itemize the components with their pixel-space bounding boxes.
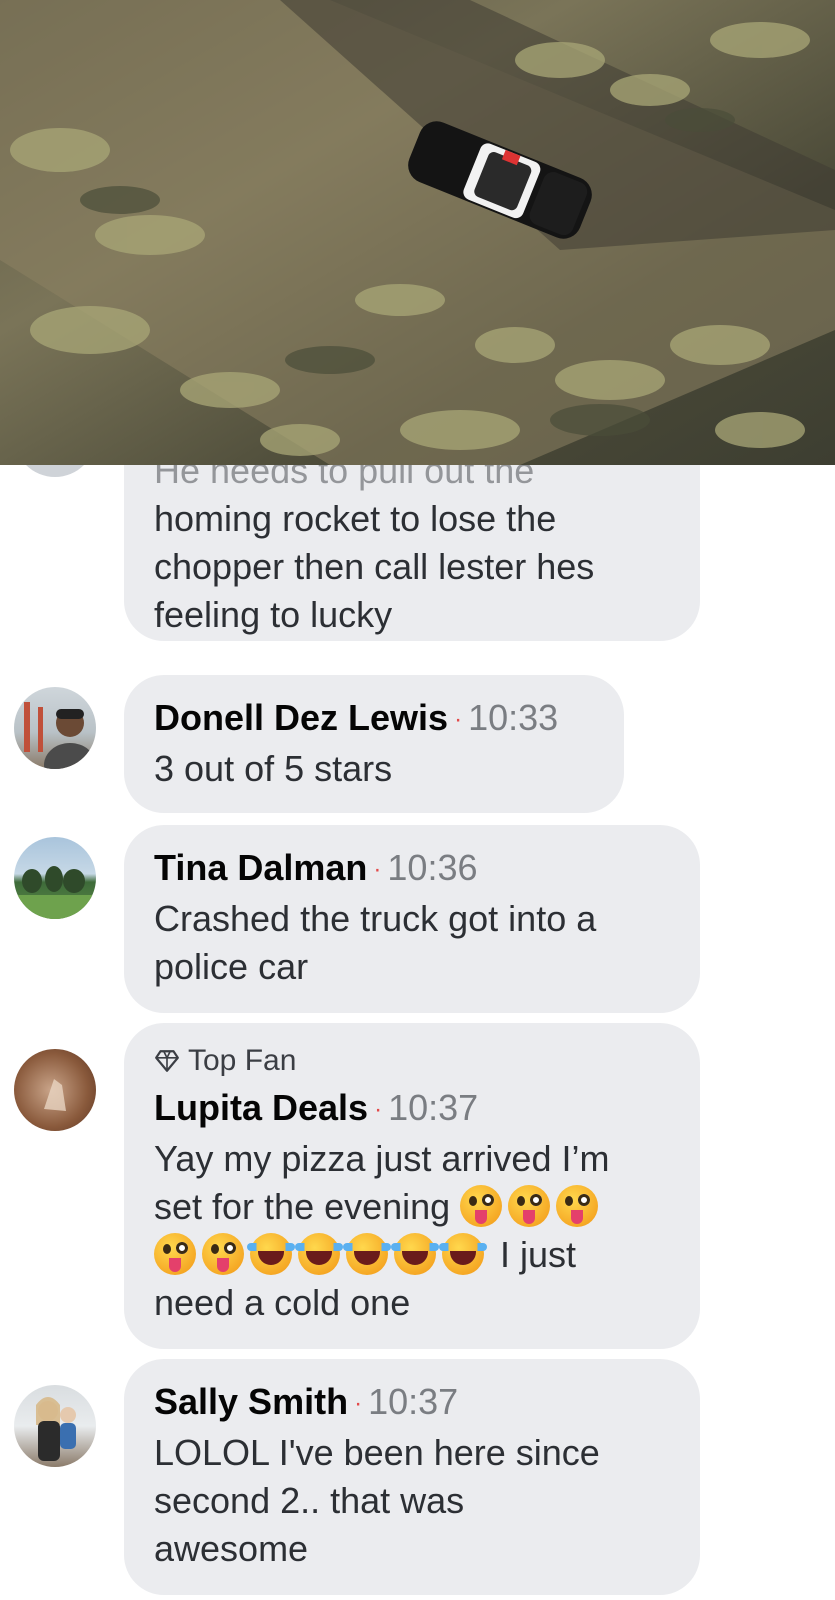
- badge-label: Top Fan: [188, 1044, 297, 1077]
- rolling-laughing-emoji: [247, 1233, 295, 1276]
- comment-timestamp[interactable]: 10:33: [468, 697, 558, 738]
- rolling-laughing-emoji: [391, 1233, 439, 1276]
- rolling-laughing-emoji: [439, 1233, 487, 1276]
- comment-text-fragment: set for the evening: [154, 1186, 451, 1228]
- avatar-photo: [44, 1079, 66, 1111]
- comment-author[interactable]: Tina Dalman: [154, 847, 367, 888]
- video-frame: [0, 0, 835, 465]
- avatar[interactable]: [14, 687, 96, 769]
- winking-tongue-emoji: [460, 1185, 503, 1228]
- video-player[interactable]: [0, 0, 835, 465]
- comment-author[interactable]: Lupita Deals: [154, 1087, 368, 1128]
- avatar-photo: [14, 866, 96, 919]
- rolling-laughing-emoji: [343, 1233, 391, 1276]
- comment-text-line: need a cold one: [154, 1282, 411, 1324]
- comment-text-line: police car: [154, 946, 309, 988]
- winking-tongue-emoji: [154, 1233, 196, 1276]
- separator-dot: ·: [373, 856, 382, 884]
- avatar[interactable]: [14, 465, 96, 477]
- comment-author[interactable]: Donell Dez Lewis: [154, 697, 448, 738]
- avatar[interactable]: [14, 837, 96, 919]
- comment-timestamp[interactable]: 10:36: [387, 847, 477, 888]
- comment-text: 3 out of 5 stars: [154, 748, 393, 790]
- comment-text-line: LOLOL I've been here since: [154, 1432, 600, 1474]
- comment-text-line: I just: [154, 1231, 670, 1279]
- comment-text-line: chopper then call lester hes: [154, 546, 595, 587]
- comment-text-line: He needs to pull out the: [154, 465, 535, 491]
- avatar-photo: [24, 702, 96, 769]
- separator-dot: ·: [374, 1096, 383, 1124]
- comment-text-fragment: I just: [500, 1234, 577, 1276]
- avatar[interactable]: [14, 1385, 96, 1467]
- comment-timestamp[interactable]: 10:37: [388, 1087, 478, 1128]
- comment-timestamp[interactable]: 10:37: [368, 1381, 458, 1422]
- rolling-laughing-emoji: [295, 1233, 343, 1276]
- comment-author[interactable]: Sally Smith: [154, 1381, 348, 1422]
- diamond-icon: [155, 1050, 179, 1072]
- comments-list: He needs to pull out the homing rocket t…: [0, 465, 835, 1600]
- comment-bubble: Sally Smith · 10:37 LOLOL I've been here s…: [124, 1359, 700, 1595]
- avatar[interactable]: [14, 1049, 96, 1131]
- top-fan-badge: Top Fan: [154, 1039, 670, 1083]
- comment-text-line: Yay my pizza just arrived I’m: [154, 1138, 610, 1180]
- comment-text-line: second 2.. that was: [154, 1480, 465, 1522]
- winking-tongue-emoji: [202, 1233, 244, 1276]
- avatar-photo: [36, 1397, 76, 1461]
- winking-tongue-emoji: [508, 1185, 551, 1228]
- separator-dot: ·: [354, 1390, 363, 1418]
- comment-text-line: awesome: [154, 1528, 309, 1570]
- comment-text-line: homing rocket to lose the: [154, 498, 557, 539]
- separator-dot: ·: [454, 706, 463, 734]
- comment-bubble: He needs to pull out the homing rocket t…: [124, 465, 700, 641]
- comment-bubble: Donell Dez Lewis · 10:33 3 out of 5 stars: [124, 675, 624, 813]
- comment-bubble: Top Fan Lupita Deals · 10:37 Yay my pizza …: [124, 1023, 700, 1349]
- winking-tongue-emoji: [556, 1185, 599, 1228]
- comment-text-line: set for the evening: [154, 1183, 670, 1231]
- comment-text-line: Crashed the truck got into a: [154, 898, 597, 940]
- comment-text-line: feeling to lucky: [154, 594, 393, 635]
- comment-bubble: Tina Dalman · 10:36 Crashed the truck got …: [124, 825, 700, 1013]
